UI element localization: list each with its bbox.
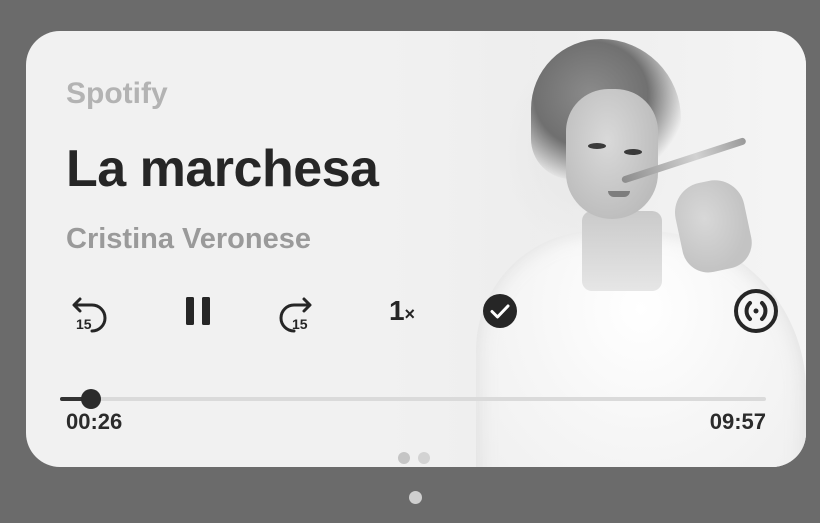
speed-icon: 1× xyxy=(389,295,415,327)
cast-button[interactable] xyxy=(732,287,780,335)
forward-15-button[interactable]: 15 xyxy=(272,287,320,335)
media-player-card[interactable]: Spotify La marchesa Cristina Veronese 15… xyxy=(26,31,806,467)
artwork-mouth xyxy=(608,191,630,197)
app-name: Spotify xyxy=(66,77,168,110)
seek-bar-thumb[interactable] xyxy=(81,389,102,409)
seek-bar[interactable] xyxy=(60,389,766,409)
total-duration: 09:57 xyxy=(709,409,766,434)
artwork-eye-right xyxy=(624,149,642,155)
check-circle-icon xyxy=(483,294,517,328)
forward-15-icon: 15 xyxy=(279,297,312,333)
playback-speed-button[interactable]: 1× xyxy=(374,287,430,335)
card-page-indicator xyxy=(398,452,430,464)
pause-icon xyxy=(186,297,210,325)
artwork-face xyxy=(566,89,658,219)
forward-15-label: 15 xyxy=(292,316,308,332)
artist-name: Cristina Veronese xyxy=(66,223,311,255)
album-artwork xyxy=(386,31,806,467)
outer-page-indicator-dot xyxy=(409,491,422,504)
artwork-eye-left xyxy=(588,143,606,149)
playback-controls: 15 15 1× xyxy=(66,287,786,337)
cast-icon xyxy=(734,289,778,333)
page-dot[interactable] xyxy=(398,452,410,464)
saved-to-library-button[interactable] xyxy=(476,287,524,335)
elapsed-time: 00:26 xyxy=(66,409,123,434)
page-dot[interactable] xyxy=(418,452,430,464)
rewind-15-button[interactable]: 15 xyxy=(66,287,114,335)
speed-suffix: × xyxy=(404,304,416,324)
rewind-15-label: 15 xyxy=(76,316,92,332)
rewind-15-icon: 15 xyxy=(72,297,107,333)
artwork-neck xyxy=(582,211,662,291)
pause-button[interactable] xyxy=(174,287,222,335)
speed-value: 1 xyxy=(388,295,405,326)
track-title: La marchesa xyxy=(66,140,379,198)
